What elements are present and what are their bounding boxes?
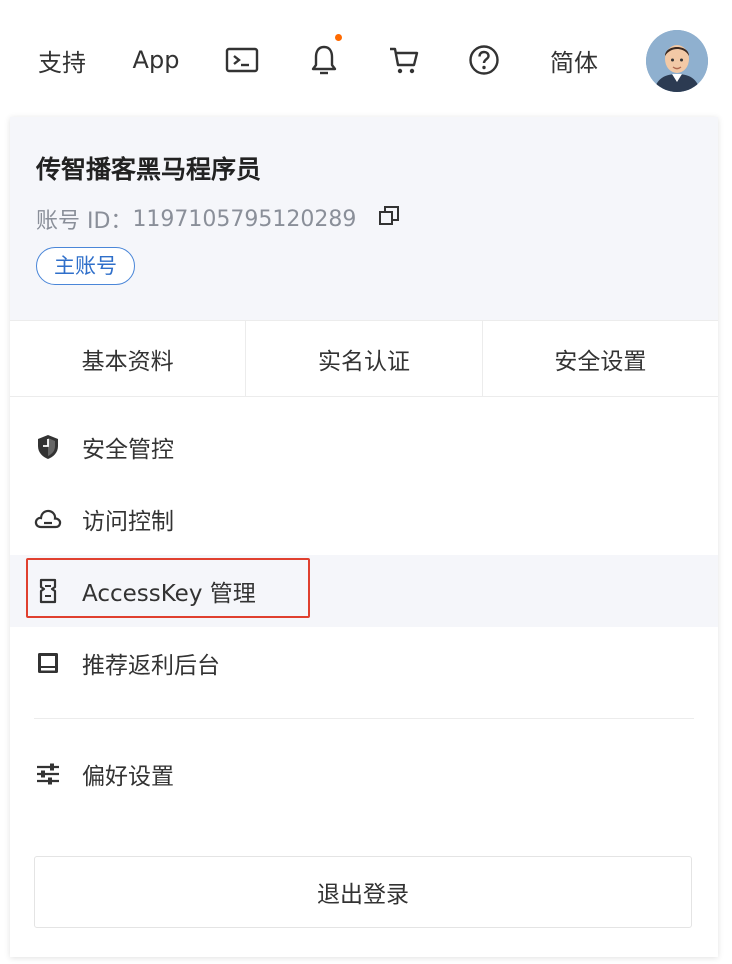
language-switch[interactable]: 简体: [544, 42, 604, 78]
bell-icon[interactable]: [304, 34, 344, 78]
account-id-row: 账号 ID： 1197105795120289: [36, 203, 400, 235]
main-account-badge: 主账号: [36, 247, 135, 285]
monitor-icon: [34, 649, 62, 677]
tab-real-name-verification[interactable]: 实名认证: [246, 321, 483, 396]
menu-item-label: 偏好设置: [82, 764, 174, 790]
support-label: 支持: [38, 48, 86, 77]
highlight-annotation: [26, 558, 310, 618]
account-name: 传智播客黑马程序员: [36, 155, 262, 184]
profile-tabs: 基本资料 实名认证 安全设置: [10, 320, 718, 397]
account-id-label: 账号 ID：: [36, 209, 133, 234]
app-link[interactable]: App: [130, 42, 182, 78]
shield-icon: [34, 433, 62, 461]
support-link[interactable]: 支持: [34, 42, 90, 78]
copy-icon[interactable]: [378, 205, 400, 233]
menu-item-label: 访问控制: [82, 509, 174, 535]
logout-button[interactable]: 退出登录: [34, 856, 692, 928]
help-icon[interactable]: [464, 42, 504, 78]
terminal-icon[interactable]: [222, 42, 262, 78]
account-id-value: 1197105795120289: [132, 206, 357, 232]
menu-item-preferences[interactable]: 偏好设置: [10, 738, 718, 810]
account-dropdown-panel: 传智播客黑马程序员 账号 ID： 1197105795120289 主账号 基本…: [10, 117, 718, 957]
cart-icon[interactable]: [384, 42, 424, 78]
app-label: App: [132, 46, 180, 74]
profile-section: 传智播客黑马程序员 账号 ID： 1197105795120289 主账号: [10, 117, 718, 320]
cloud-icon: [34, 505, 62, 533]
menu-item-label: 安全管控: [82, 437, 174, 463]
menu-divider: [34, 718, 694, 719]
avatar[interactable]: [646, 30, 708, 92]
top-navigation-bar: 支持 App 简体: [0, 0, 732, 118]
language-label: 简体: [550, 48, 598, 77]
tab-security-settings[interactable]: 安全设置: [483, 321, 718, 396]
menu-item-label: 推荐返利后台: [82, 653, 220, 679]
tab-basic-info[interactable]: 基本资料: [10, 321, 247, 396]
menu-item-security-control[interactable]: 安全管控: [10, 411, 718, 483]
menu-item-referral-backend[interactable]: 推荐返利后台: [10, 627, 718, 699]
sliders-icon: [34, 760, 62, 788]
menu-item-access-control[interactable]: 访问控制: [10, 483, 718, 555]
notification-dot: [335, 34, 342, 41]
